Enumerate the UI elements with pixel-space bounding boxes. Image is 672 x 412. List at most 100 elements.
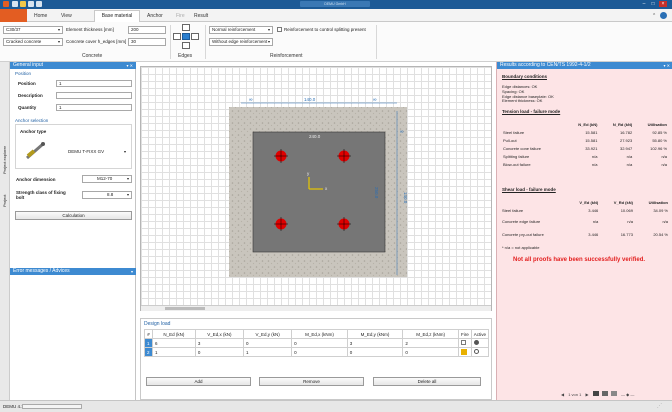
delete-all-button[interactable]: Delete all bbox=[373, 377, 481, 386]
edge-reinforcement-select[interactable]: Without edge reinforcement ▾ bbox=[209, 38, 273, 46]
fire-checkbox[interactable] bbox=[457, 347, 472, 357]
cell: n/a bbox=[661, 153, 667, 159]
thickness-input[interactable]: 200 bbox=[128, 26, 166, 34]
cover-label: Concrete cover h_edges [mm] bbox=[66, 39, 127, 44]
cover-input[interactable]: 30 bbox=[128, 38, 166, 46]
collapse-ribbon-icon[interactable]: ⌃ bbox=[652, 13, 656, 19]
edge-left-icon[interactable] bbox=[173, 33, 181, 40]
concrete-grade-value: C30/37 bbox=[6, 27, 21, 32]
edge-bottom-icon[interactable] bbox=[182, 42, 190, 49]
version-label: DEMU 4.1 bbox=[3, 404, 24, 409]
cell[interactable]: 0 bbox=[291, 347, 348, 357]
open-folder-icon[interactable] bbox=[20, 1, 26, 7]
cell[interactable]: 1 bbox=[242, 347, 293, 357]
tab-project[interactable]: Project bbox=[2, 195, 7, 207]
help-icon[interactable] bbox=[660, 12, 667, 19]
table-row: Steel failure 3.446 10.069 34.09 % bbox=[502, 206, 668, 215]
remove-button[interactable]: Remove bbox=[259, 377, 364, 386]
anchor-name: DEMU T-FIXX GV bbox=[68, 149, 105, 154]
view-grid-icon[interactable] bbox=[610, 391, 617, 396]
new-icon[interactable] bbox=[12, 1, 18, 7]
cell[interactable]: 0 bbox=[194, 347, 245, 357]
horizontal-scrollbar[interactable] bbox=[141, 305, 491, 311]
chevron-down-icon: ▾ bbox=[126, 176, 129, 181]
cell[interactable]: 2 bbox=[402, 338, 459, 348]
cell: n/a bbox=[626, 161, 633, 167]
resize-grip-icon[interactable]: ⋰ bbox=[657, 403, 662, 409]
row-label: Concrete cone failure bbox=[503, 145, 542, 151]
cell[interactable]: 3 bbox=[346, 338, 404, 348]
tab-view[interactable]: View bbox=[61, 13, 72, 19]
dropdown-icon[interactable] bbox=[36, 1, 42, 7]
cell[interactable]: 3 bbox=[194, 338, 245, 348]
cracked-value: Cracked concrete bbox=[6, 39, 42, 44]
base-plate[interactable] bbox=[252, 131, 386, 253]
app-menu-button[interactable] bbox=[0, 9, 27, 22]
tab-project-explorer[interactable]: Project explorer bbox=[2, 146, 7, 174]
row-label: Steel failure bbox=[503, 129, 525, 135]
tab-home[interactable]: Home bbox=[34, 13, 47, 19]
dim-right-mid: 140.0 bbox=[403, 192, 408, 204]
drawing-canvas[interactable]: 240.0 ∞ 140.0 ∞ ∞ 140.0 250.0 x y bbox=[140, 66, 492, 311]
results-header: Results according to CEN/TS 1992-4-1/2 ▾ … bbox=[497, 62, 672, 69]
next-page-icon[interactable]: ▶ bbox=[585, 392, 588, 397]
cracked-select[interactable]: Cracked concrete ▾ bbox=[3, 38, 63, 46]
edge-right-icon[interactable] bbox=[191, 33, 199, 40]
strength-select[interactable]: 8.8 ▾ bbox=[82, 191, 132, 199]
active-radio[interactable] bbox=[470, 347, 490, 357]
cell[interactable]: 1 bbox=[152, 347, 196, 357]
cell[interactable]: 0 bbox=[291, 338, 348, 348]
view-single-icon[interactable] bbox=[592, 391, 599, 396]
cell: 20.54 % bbox=[653, 231, 668, 237]
boundary-line: Element thickness: OK bbox=[502, 98, 543, 104]
splitting-checkbox[interactable] bbox=[277, 27, 282, 32]
pin-icon[interactable]: ▾ ✕ bbox=[127, 62, 133, 69]
close-icon[interactable]: × bbox=[659, 1, 667, 7]
chevron-down-icon[interactable]: ▾ bbox=[131, 268, 133, 275]
tab-fire[interactable]: Fire bbox=[176, 13, 185, 19]
edge-center-icon[interactable] bbox=[182, 33, 190, 40]
zoom-slider[interactable]: — ◆ — bbox=[621, 392, 634, 397]
chevron-down-icon: ▾ bbox=[124, 149, 127, 154]
table-row[interactable]: 2 1 0 1 0 0 0 bbox=[144, 347, 490, 357]
anchor-dimension-label: Anchor dimension bbox=[16, 177, 56, 182]
description-input[interactable] bbox=[56, 92, 132, 99]
maximize-icon[interactable]: □ bbox=[649, 1, 657, 7]
tab-result[interactable]: Result bbox=[194, 13, 208, 19]
verdict-message: Not all proofs have been successfully ve… bbox=[513, 257, 646, 263]
anchor-plate-drawing[interactable]: 240.0 ∞ 140.0 ∞ ∞ 140.0 250.0 x y bbox=[141, 67, 493, 312]
cell[interactable]: 0 bbox=[402, 347, 459, 357]
anchor-type-box[interactable]: Anchor type DEMU T-FIXX GV ▾ bbox=[15, 124, 132, 169]
cell[interactable]: 0 bbox=[346, 347, 404, 357]
col-ned: N_Ed (kN) bbox=[152, 329, 196, 339]
fire-checkbox[interactable] bbox=[457, 338, 472, 348]
edge-top-icon[interactable] bbox=[182, 24, 190, 31]
cell[interactable]: 0 bbox=[242, 338, 293, 348]
row-label: Concrete pry-out failure bbox=[502, 231, 544, 237]
save-icon[interactable] bbox=[28, 1, 34, 7]
row-label: Concrete edge failure bbox=[502, 218, 541, 224]
col-medz: M_Ed,z (kNm) bbox=[402, 329, 459, 339]
active-radio[interactable] bbox=[470, 338, 490, 348]
minimize-icon[interactable]: – bbox=[640, 1, 648, 7]
quantity-value: 1 bbox=[59, 105, 62, 110]
concrete-grade-select[interactable]: C30/37 ▾ bbox=[3, 26, 63, 34]
left-tab-strip: Project explorer Project bbox=[0, 62, 10, 400]
add-button[interactable]: Add bbox=[146, 377, 251, 386]
tab-anchor[interactable]: Anchor bbox=[147, 13, 163, 19]
position-input[interactable]: 1 bbox=[56, 80, 132, 87]
reinforcement-select[interactable]: Normal reinforcement ▾ bbox=[209, 26, 273, 34]
results-title: Results according to CEN/TS 1992-4-1/2 bbox=[500, 62, 591, 68]
prev-page-icon[interactable]: ◀ bbox=[561, 392, 564, 397]
calculation-button[interactable]: Calculation bbox=[15, 211, 132, 220]
general-input-panel: General input ▾ ✕ Position Position 1 Des… bbox=[10, 62, 136, 400]
quantity-input[interactable]: 1 bbox=[56, 104, 132, 111]
view-double-icon[interactable] bbox=[601, 391, 608, 396]
cell[interactable]: 6 bbox=[152, 338, 196, 348]
edges-selector[interactable] bbox=[173, 24, 199, 54]
table-row[interactable]: 1 6 3 0 0 3 2 bbox=[144, 338, 490, 348]
pin-icon[interactable]: ▾ ✕ bbox=[664, 62, 670, 69]
scrollbar-thumb[interactable] bbox=[165, 307, 205, 310]
position-section: Position bbox=[15, 71, 32, 76]
anchor-dimension-select[interactable]: M12-70 ▾ bbox=[82, 175, 132, 183]
